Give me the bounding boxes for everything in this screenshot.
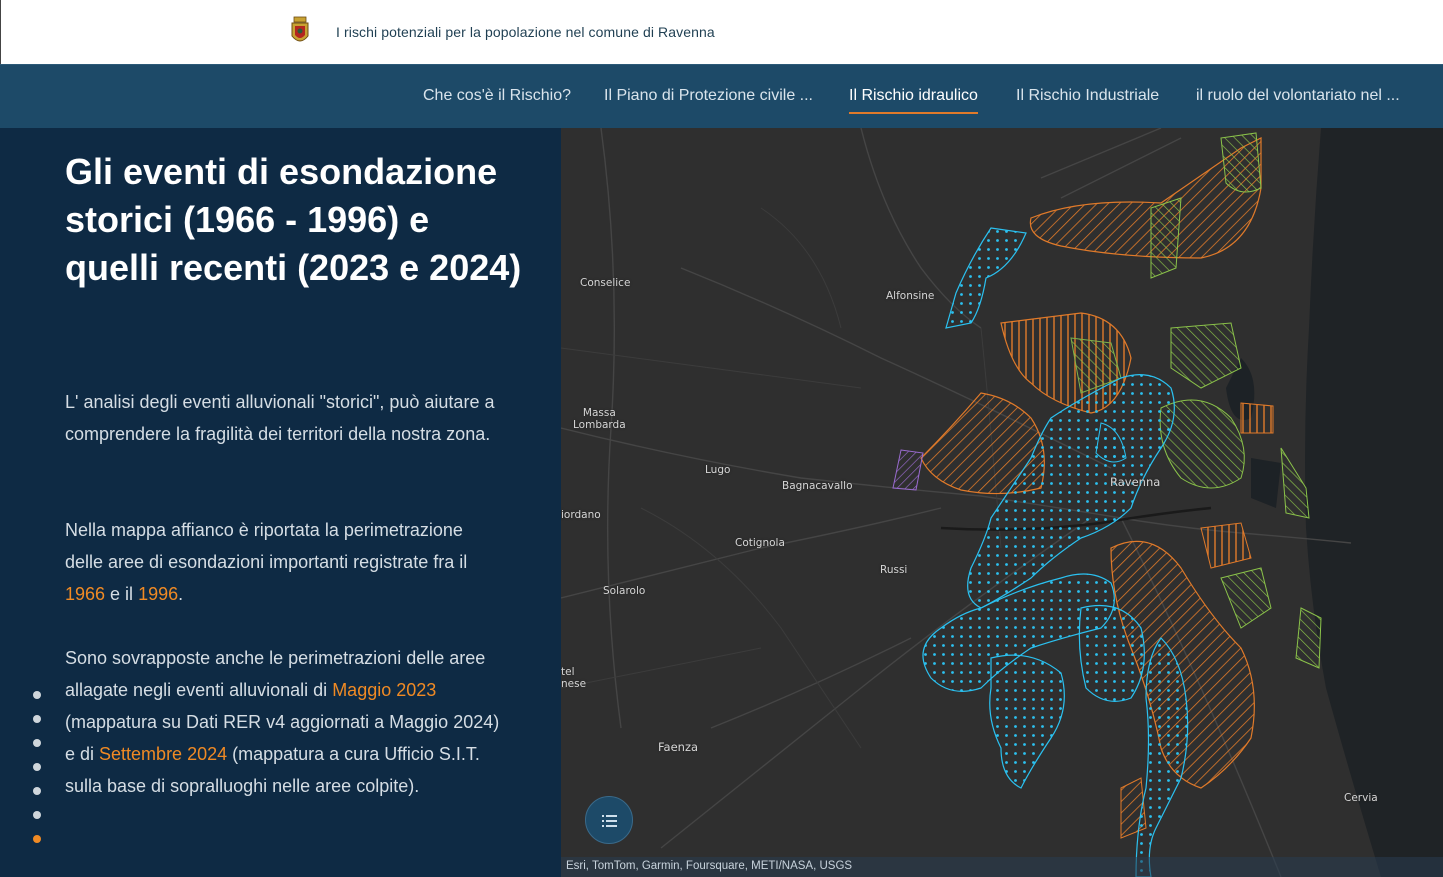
year-1996-link[interactable]: 1996 [138, 584, 178, 604]
story-progress-dots [33, 691, 43, 859]
year-1966-link[interactable]: 1966 [65, 584, 105, 604]
progress-dot[interactable] [33, 763, 41, 771]
flood-map[interactable]: Conselice Alfonsine Massa Lombarda Lugo … [561, 128, 1443, 877]
site-title[interactable]: I rischi potenziali per la popolazione n… [336, 24, 715, 40]
list-icon [602, 815, 617, 827]
active-nav-underline [849, 112, 978, 114]
legend-button[interactable] [585, 796, 633, 844]
place-label-fordano: iordano [561, 509, 601, 521]
place-label-alfonsine: Alfonsine [886, 290, 935, 302]
paragraph-historic-analysis: L' analisi degli eventi alluvionali "sto… [65, 392, 495, 444]
place-label-massa-lombarda: Massa Lombarda [573, 407, 626, 431]
place-label-solarolo: Solarolo [603, 585, 646, 597]
text: Nella mappa affianco è riportata la peri… [65, 520, 468, 572]
nav-item-rischio-idraulico[interactable]: Il Rischio idraulico [849, 87, 978, 114]
may-2023-link[interactable]: Maggio 2023 [332, 680, 436, 700]
september-2024-link[interactable]: Settembre 2024 [99, 744, 227, 764]
paragraph-recent-floods: Sono sovrapposte anche le perimetrazioni… [65, 642, 505, 802]
text: e il [105, 584, 139, 604]
progress-dot[interactable] [33, 691, 41, 699]
story-navigation: Che cos'è il Rischio? Il Piano di Protez… [0, 64, 1443, 128]
progress-dot[interactable] [33, 739, 41, 747]
coat-of-arms-icon[interactable] [289, 16, 311, 48]
place-label-lugo: Lugo [705, 464, 731, 476]
section-heading: Gli eventi di esondazione storici (1966 … [65, 151, 522, 288]
place-label-cervia: Cervia [1344, 792, 1378, 804]
text: . [178, 584, 184, 604]
place-label-faenza: Faenza [658, 740, 699, 754]
progress-dot[interactable] [33, 811, 41, 819]
narrative-panel[interactable]: Gli eventi di esondazione storici (1966 … [0, 128, 561, 877]
progress-dot-current[interactable] [33, 835, 41, 843]
nav-item-label: Il Rischio idraulico [849, 87, 978, 104]
place-label-ravenna: Ravenna [1110, 475, 1161, 489]
place-label-cotignola: Cotignola [735, 537, 785, 549]
place-label-russi: Russi [880, 564, 908, 576]
place-label-castel: tel nese [561, 666, 587, 690]
place-label-bagnacavallo: Bagnacavallo [782, 480, 853, 492]
top-header: I rischi potenziali per la popolazione n… [0, 0, 1443, 64]
paragraph-perimetration: Nella mappa affianco è riportata la peri… [65, 514, 505, 610]
progress-dot[interactable] [33, 787, 41, 795]
nav-item-che-cose-il-rischio[interactable]: Che cos'è il Rischio? [423, 87, 571, 105]
nav-item-piano-protezione-civile[interactable]: Il Piano di Protezione civile ... [604, 87, 813, 105]
place-label-conselice: Conselice [580, 277, 631, 289]
map-attribution[interactable]: Esri, TomTom, Garmin, Foursquare, METI/N… [561, 857, 1443, 877]
nav-item-rischio-industriale[interactable]: Il Rischio Industriale [1016, 87, 1159, 105]
map-canvas [561, 128, 1443, 877]
nav-item-ruolo-volontariato[interactable]: il ruolo del volontariato nel ... [1196, 87, 1400, 105]
progress-dot[interactable] [33, 715, 41, 723]
